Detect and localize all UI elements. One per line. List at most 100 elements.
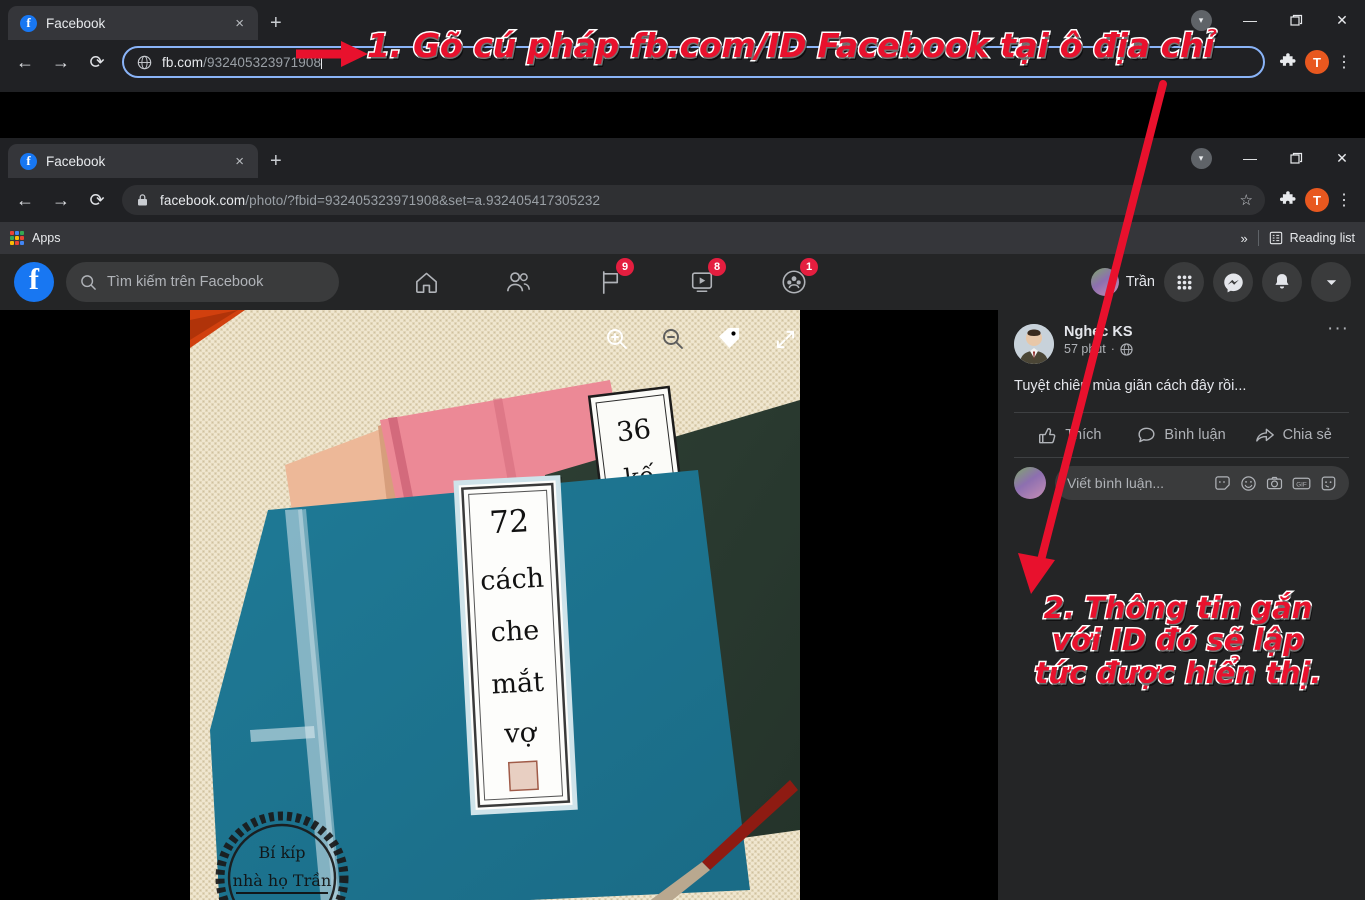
gif-icon[interactable]: GIF <box>1292 475 1311 492</box>
share-icon <box>1255 428 1274 442</box>
svg-text:cách: cách <box>480 563 545 597</box>
close-icon[interactable]: × <box>231 154 248 169</box>
photo-toolbar <box>602 324 800 354</box>
comment-input[interactable]: Viết bình luận... GIF <box>1055 466 1349 500</box>
text-cursor <box>321 54 323 69</box>
bookmark-star-icon[interactable]: ☆ <box>1240 191 1253 209</box>
close-icon[interactable]: × <box>231 16 248 31</box>
badge-pages: 9 <box>616 258 634 276</box>
grid-icon <box>1176 274 1192 290</box>
nav-groups[interactable]: 1 <box>768 258 820 306</box>
reload-button[interactable]: ⟳ <box>80 45 114 79</box>
bookmark-apps[interactable]: Apps <box>10 231 61 245</box>
meta-separator: · <box>1110 342 1115 356</box>
minimize-button[interactable]: — <box>1227 0 1273 40</box>
facebook-nav: 9 8 1 <box>400 258 820 306</box>
nav-home[interactable] <box>400 258 452 306</box>
tab-facebook-1[interactable]: f Facebook × <box>8 6 258 40</box>
menu-grid-button[interactable] <box>1164 262 1204 302</box>
back-button[interactable]: ← <box>8 183 42 217</box>
sticker-icon[interactable] <box>1214 475 1231 492</box>
notifications-button[interactable] <box>1262 262 1302 302</box>
maximize-button[interactable] <box>1273 138 1319 178</box>
reading-list-icon <box>1269 231 1282 245</box>
nav-pages[interactable]: 9 <box>584 258 636 306</box>
back-button[interactable]: ← <box>8 45 42 79</box>
svg-text:36: 36 <box>615 414 653 449</box>
svg-text:mắt: mắt <box>491 666 545 701</box>
apps-grid-icon <box>10 231 24 245</box>
account-name: Trần <box>1125 274 1155 290</box>
chrome-menu-button[interactable]: ⋮ <box>1331 185 1357 215</box>
friends-icon <box>506 271 530 291</box>
post-time[interactable]: 57 phút <box>1064 342 1106 356</box>
messenger-button[interactable] <box>1213 262 1253 302</box>
comment-button[interactable]: Bình luận <box>1126 426 1238 445</box>
post-author-name[interactable]: Nghẹc KS <box>1064 324 1133 340</box>
avatar <box>1090 268 1119 296</box>
chrome-profile-avatar[interactable]: T <box>1305 188 1329 212</box>
zoom-out-button[interactable] <box>658 324 688 354</box>
magnifier-minus-icon <box>663 329 683 349</box>
screenshot-root: f Facebook × + ▾ — ✕ ← → ⟳ fb.com/932405… <box>0 0 1365 900</box>
facebook-header-right: Trần <box>1090 262 1351 302</box>
fullscreen-button[interactable] <box>770 324 800 354</box>
avatar <box>1014 467 1046 499</box>
like-icon <box>1039 427 1056 443</box>
comment-row: Viết bình luận... GIF <box>1014 466 1349 500</box>
share-label: Chia sẻ <box>1282 427 1332 443</box>
zoom-in-button[interactable] <box>602 324 632 354</box>
chrome-menu-button[interactable]: ⋮ <box>1331 47 1357 77</box>
puzzle-icon[interactable] <box>1273 185 1303 215</box>
tab-strip-2: f Facebook × + ▾ — ✕ <box>0 138 1365 178</box>
bookmarks-overflow-button[interactable]: » <box>1240 231 1247 246</box>
omnibox-actions-2: T ⋮ <box>1273 185 1357 215</box>
search-input[interactable]: Tìm kiếm trên Facebook <box>66 262 339 302</box>
facebook-logo-icon[interactable]: f <box>14 262 54 302</box>
comment-label: Bình luận <box>1164 427 1226 443</box>
maximize-button[interactable] <box>1273 0 1319 40</box>
comment-placeholder: Viết bình luận... <box>1067 475 1165 491</box>
camera-icon[interactable] <box>1266 475 1283 492</box>
new-tab-button[interactable]: + <box>270 13 282 33</box>
badge-watch: 8 <box>708 258 726 276</box>
account-menu-button[interactable] <box>1311 262 1351 302</box>
photo-image[interactable]: 36 kế để đối phó với vợ <box>190 310 800 900</box>
reading-list-button[interactable]: Reading list <box>1269 231 1355 245</box>
reload-button[interactable]: ⟳ <box>80 183 114 217</box>
magnifier-plus-icon <box>607 329 627 349</box>
badge-groups: 1 <box>800 258 818 276</box>
share-button[interactable]: Chia sẻ <box>1237 426 1349 445</box>
emoji-icon[interactable] <box>1240 475 1257 492</box>
expand-icon <box>776 330 794 348</box>
facebook-icon: f <box>20 14 37 32</box>
nav-watch[interactable]: 8 <box>676 258 728 306</box>
post-more-button[interactable]: ··· <box>1327 319 1349 338</box>
minimize-button[interactable]: — <box>1227 138 1273 178</box>
puzzle-icon[interactable] <box>1273 47 1303 77</box>
svg-text:che: che <box>490 615 540 648</box>
tag-photo-button[interactable] <box>714 324 744 354</box>
address-bar-2[interactable]: facebook.com/photo/?fbid=932405323971908… <box>122 185 1265 215</box>
svg-text:GIF: GIF <box>1296 481 1307 488</box>
svg-text:nhà họ Trần: nhà họ Trần <box>233 871 332 890</box>
tab-facebook-2[interactable]: f Facebook × <box>8 144 258 178</box>
globe-icon <box>136 54 152 70</box>
nav-friends[interactable] <box>492 258 544 306</box>
forward-button[interactable]: → <box>44 45 78 79</box>
account-shortcut[interactable]: Trần <box>1090 268 1155 296</box>
svg-text:vợ: vợ <box>503 717 539 750</box>
close-window-button[interactable]: ✕ <box>1319 0 1365 40</box>
facebook-header: f Tìm kiếm trên Facebook 9 8 1 Trần <box>0 254 1365 310</box>
close-window-button[interactable]: ✕ <box>1319 138 1365 178</box>
like-button[interactable]: Thích <box>1014 426 1126 445</box>
forward-button[interactable]: → <box>44 183 78 217</box>
divider <box>1014 457 1349 458</box>
chrome-profile-avatar[interactable]: T <box>1305 50 1329 74</box>
post-author-avatar[interactable] <box>1014 324 1054 364</box>
omnibox-domain: facebook.com <box>160 192 246 208</box>
chrome-caret-button[interactable]: ▾ <box>1175 138 1227 178</box>
avatar-sticker-icon[interactable] <box>1320 475 1337 492</box>
svg-text:Bí kíp: Bí kíp <box>258 843 305 862</box>
new-tab-button[interactable]: + <box>270 151 282 171</box>
